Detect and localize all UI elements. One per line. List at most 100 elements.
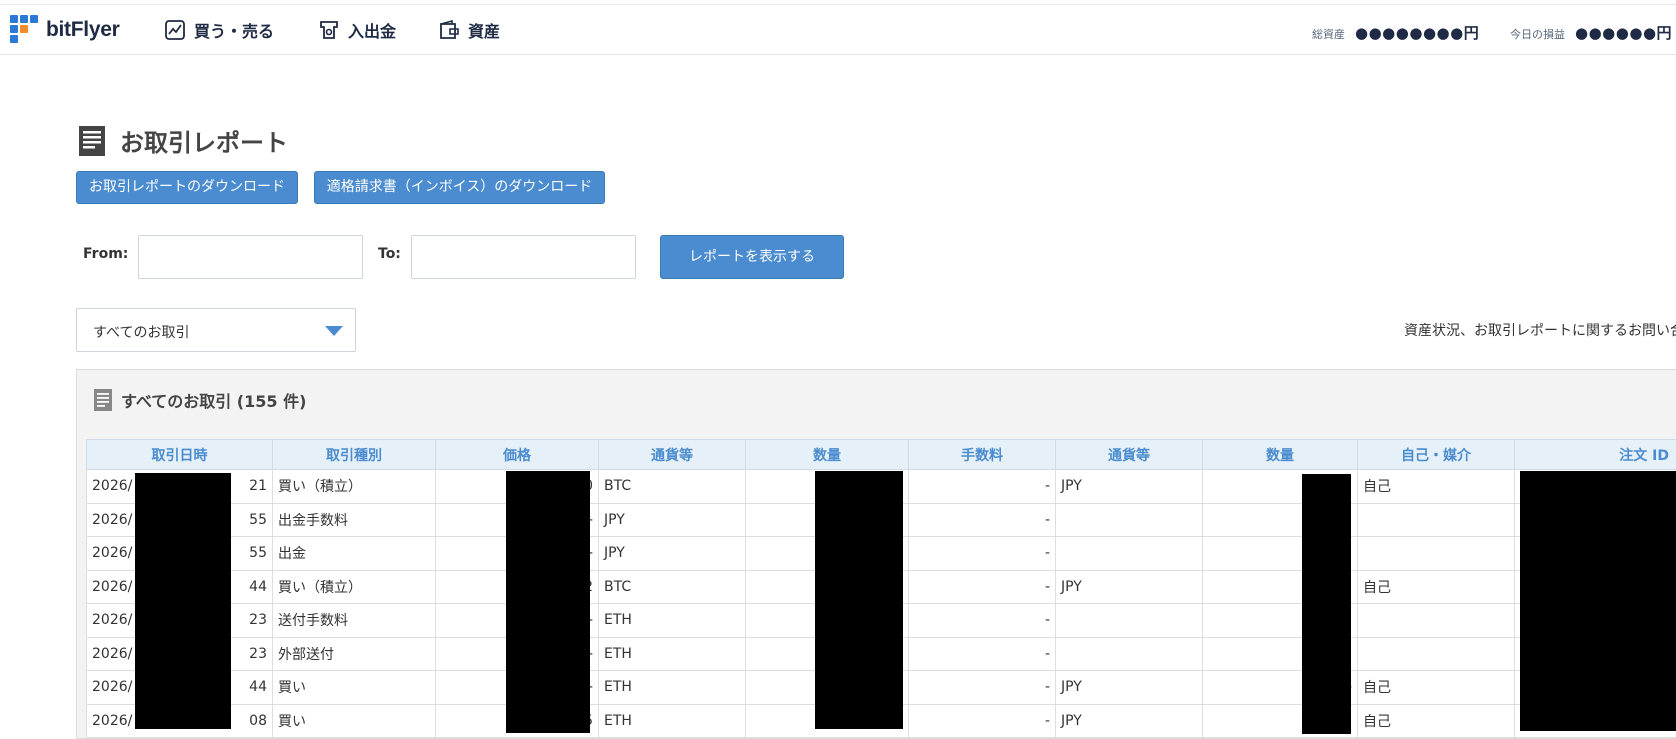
date-head: 2026/ <box>92 679 133 696</box>
fee-cell: - <box>908 670 1056 705</box>
date-tail: 44 <box>249 679 267 696</box>
document-icon <box>94 389 112 411</box>
type-cell: 外部送付 <box>272 636 436 671</box>
column-header[interactable]: 数量 <box>745 439 909 470</box>
download-invoice-button[interactable]: 適格請求書（インボイス）のダウンロード <box>314 171 605 204</box>
fee-cell: - <box>908 502 1056 537</box>
redaction-block-quantities <box>815 471 903 729</box>
panel-header: すべてのお取引 (155 件) <box>93 388 306 412</box>
total-assets: 総資産 ●●●●●●●●円 <box>1312 22 1479 43</box>
type-cell: 出金 <box>272 536 436 571</box>
date-head: 2026/ <box>92 478 133 495</box>
inquiry-text: 資産状況、お取引レポートに関するお問い合わせ <box>1404 323 1676 339</box>
type-cell: 買い <box>272 670 436 705</box>
nav-assets[interactable]: 資産 <box>438 17 500 43</box>
nav-deposit-withdraw[interactable]: 入出金 <box>318 17 396 43</box>
column-header[interactable]: 自己・媒介 <box>1357 439 1515 470</box>
total-assets-label: 総資産 <box>1312 28 1345 41</box>
date-tail: 21 <box>249 478 267 495</box>
column-header[interactable]: 通貨等 <box>598 439 746 470</box>
chart-icon <box>165 20 185 40</box>
dropdown-arrow-icon <box>325 326 343 336</box>
today-pl-label: 今日の損益 <box>1510 28 1565 41</box>
type-cell: 出金手数料 <box>272 502 436 537</box>
currency-cell: BTC <box>598 569 746 604</box>
party-cell <box>1357 603 1515 638</box>
today-pl: 今日の損益 ●●●●●●円 <box>1510 22 1672 43</box>
currency2-cell <box>1055 502 1203 537</box>
today-pl-value: ●●●●●●円 <box>1575 24 1673 42</box>
column-header[interactable]: 手数料 <box>908 439 1056 470</box>
bitflyer-logo[interactable]: bitFlyer <box>10 14 120 46</box>
from-label: From: <box>83 246 129 262</box>
table-header-row: 取引日時 取引種別 価格 通貨等 数量 手数料 通貨等 数量 自己・媒介 注文 … <box>86 439 1676 470</box>
download-report-button[interactable]: お取引レポートのダウンロード <box>76 171 298 204</box>
date-tail: 23 <box>249 612 267 629</box>
party-cell: 自己 <box>1357 469 1515 504</box>
fee-cell: - <box>908 569 1056 604</box>
from-date-input[interactable] <box>138 235 363 279</box>
fee-cell: - <box>908 603 1056 638</box>
column-header[interactable]: 数量 <box>1202 439 1358 470</box>
wallet-icon <box>440 19 459 39</box>
bitflyer-logo-icon <box>10 15 40 45</box>
date-head: 2026/ <box>92 645 133 662</box>
date-tail: 23 <box>249 645 267 662</box>
currency-cell: JPY <box>598 502 746 537</box>
nav-buy-sell-label: 買う・売る <box>194 22 275 41</box>
fee-cell: - <box>908 469 1056 504</box>
party-cell: 自己 <box>1357 670 1515 705</box>
currency2-cell: JPY <box>1055 469 1203 504</box>
date-head: 2026/ <box>92 578 133 595</box>
currency-cell: JPY <box>598 536 746 571</box>
currency2-cell <box>1055 603 1203 638</box>
redaction-block-prices <box>506 471 590 733</box>
currency-cell: BTC <box>598 469 746 504</box>
page-title-text: お取引レポート <box>120 129 288 157</box>
party-cell <box>1357 536 1515 571</box>
column-header[interactable]: 取引種別 <box>272 439 436 470</box>
date-head: 2026/ <box>92 612 133 629</box>
redaction-block-quantities2 <box>1302 474 1351 734</box>
date-head: 2026/ <box>92 511 133 528</box>
type-cell: 送付手数料 <box>272 603 436 638</box>
column-header[interactable]: 通貨等 <box>1055 439 1203 470</box>
currency2-cell <box>1055 536 1203 571</box>
currency-cell: ETH <box>598 703 746 738</box>
party-cell <box>1357 502 1515 537</box>
currency-cell: ETH <box>598 603 746 638</box>
currency2-cell: JPY <box>1055 670 1203 705</box>
to-date-input[interactable] <box>411 235 636 279</box>
nav-buy-sell[interactable]: 買う・売る <box>164 17 274 43</box>
date-head: 2026/ <box>92 712 133 729</box>
date-tail: 55 <box>249 545 267 562</box>
to-label: To: <box>378 246 401 262</box>
report-icon <box>79 125 105 156</box>
top-header: bitFlyer 買う・売る 入出金 資産 総資産 ●●●●●●●●円 今日の損… <box>0 5 1676 55</box>
currency2-cell: JPY <box>1055 569 1203 604</box>
currency2-cell: JPY <box>1055 703 1203 738</box>
transaction-type-select[interactable]: すべてのお取引 <box>76 308 356 352</box>
currency2-cell <box>1055 636 1203 671</box>
logo-text: bitFlyer <box>46 18 120 41</box>
total-assets-value: ●●●●●●●●円 <box>1355 24 1480 42</box>
deposit-icon <box>320 21 338 39</box>
fee-cell: - <box>908 536 1056 571</box>
fee-cell: - <box>908 703 1056 738</box>
type-cell: 買い <box>272 703 436 738</box>
party-cell <box>1357 636 1515 671</box>
party-cell: 自己 <box>1357 703 1515 738</box>
column-header[interactable]: 取引日時 <box>86 439 273 470</box>
redaction-block-order-ids <box>1520 471 1676 731</box>
redaction-block-dates <box>135 473 231 729</box>
currency-cell: ETH <box>598 670 746 705</box>
show-report-button[interactable]: レポートを表示する <box>660 235 844 279</box>
transaction-type-selected: すべてのお取引 <box>93 325 190 341</box>
column-header[interactable]: 注文 ID <box>1514 439 1676 470</box>
panel-title: すべてのお取引 (155 件) <box>121 392 307 411</box>
date-tail: 55 <box>249 511 267 528</box>
type-cell: 買い（積立） <box>272 469 436 504</box>
column-header[interactable]: 価格 <box>435 439 599 470</box>
type-cell: 買い（積立） <box>272 569 436 604</box>
currency-cell: ETH <box>598 636 746 671</box>
